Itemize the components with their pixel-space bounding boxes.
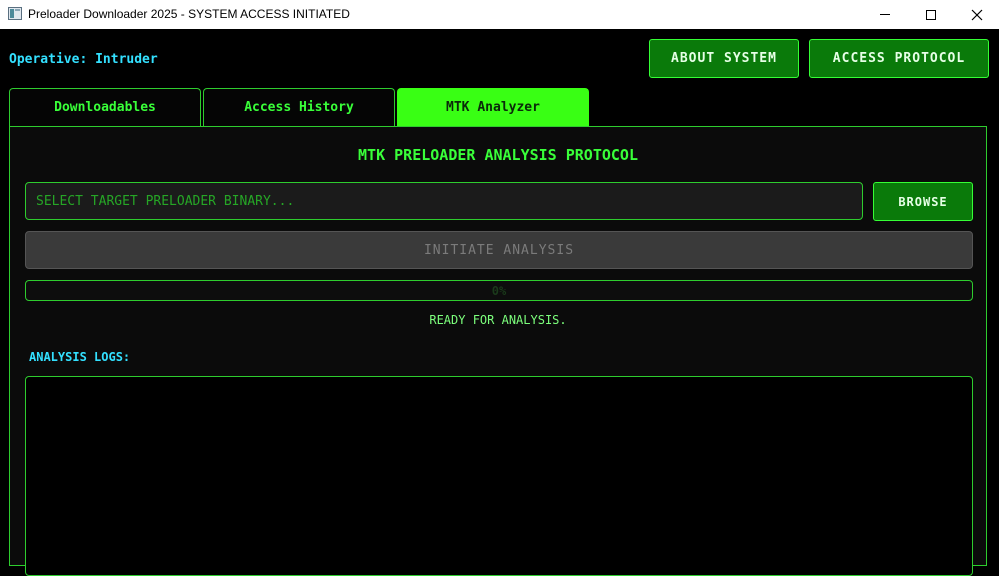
about-system-button[interactable]: ABOUT SYSTEM [649, 39, 799, 78]
minimize-icon [880, 14, 890, 15]
close-icon [971, 9, 983, 20]
minimize-button[interactable] [862, 0, 908, 29]
mtk-analyzer-panel: MTK PRELOADER ANALYSIS PROTOCOL BROWSE I… [9, 126, 987, 576]
analysis-progress-bar: 0% [25, 280, 973, 301]
app-window-icon [8, 7, 22, 20]
progress-percent: 0% [491, 283, 507, 298]
analysis-logs-label: ANALYSIS LOGS: [29, 350, 131, 364]
app-client-area: Operative: Intruder ABOUT SYSTEM ACCESS … [0, 29, 999, 576]
panel-title: MTK PRELOADER ANALYSIS PROTOCOL [358, 146, 638, 164]
preloader-file-input[interactable] [25, 182, 863, 220]
window-title: Preloader Downloader 2025 - SYSTEM ACCES… [28, 7, 350, 21]
maximize-button[interactable] [908, 0, 954, 29]
status-message: READY FOR ANALYSIS. [429, 313, 567, 327]
title-bar: Preloader Downloader 2025 - SYSTEM ACCES… [0, 0, 999, 29]
access-protocol-button[interactable]: ACCESS PROTOCOL [809, 39, 989, 78]
tab-downloadables[interactable]: Downloadables [9, 88, 201, 126]
tab-mtk-analyzer[interactable]: MTK Analyzer [397, 88, 589, 126]
maximize-icon [926, 9, 936, 20]
browse-button[interactable]: BROWSE [873, 182, 973, 221]
tab-access-history[interactable]: Access History [203, 88, 395, 126]
operative-label: Operative: Intruder [9, 52, 158, 67]
initiate-analysis-button[interactable]: INITIATE ANALYSIS [25, 231, 973, 269]
close-button[interactable] [954, 0, 999, 29]
analysis-logs-box[interactable] [25, 376, 973, 576]
